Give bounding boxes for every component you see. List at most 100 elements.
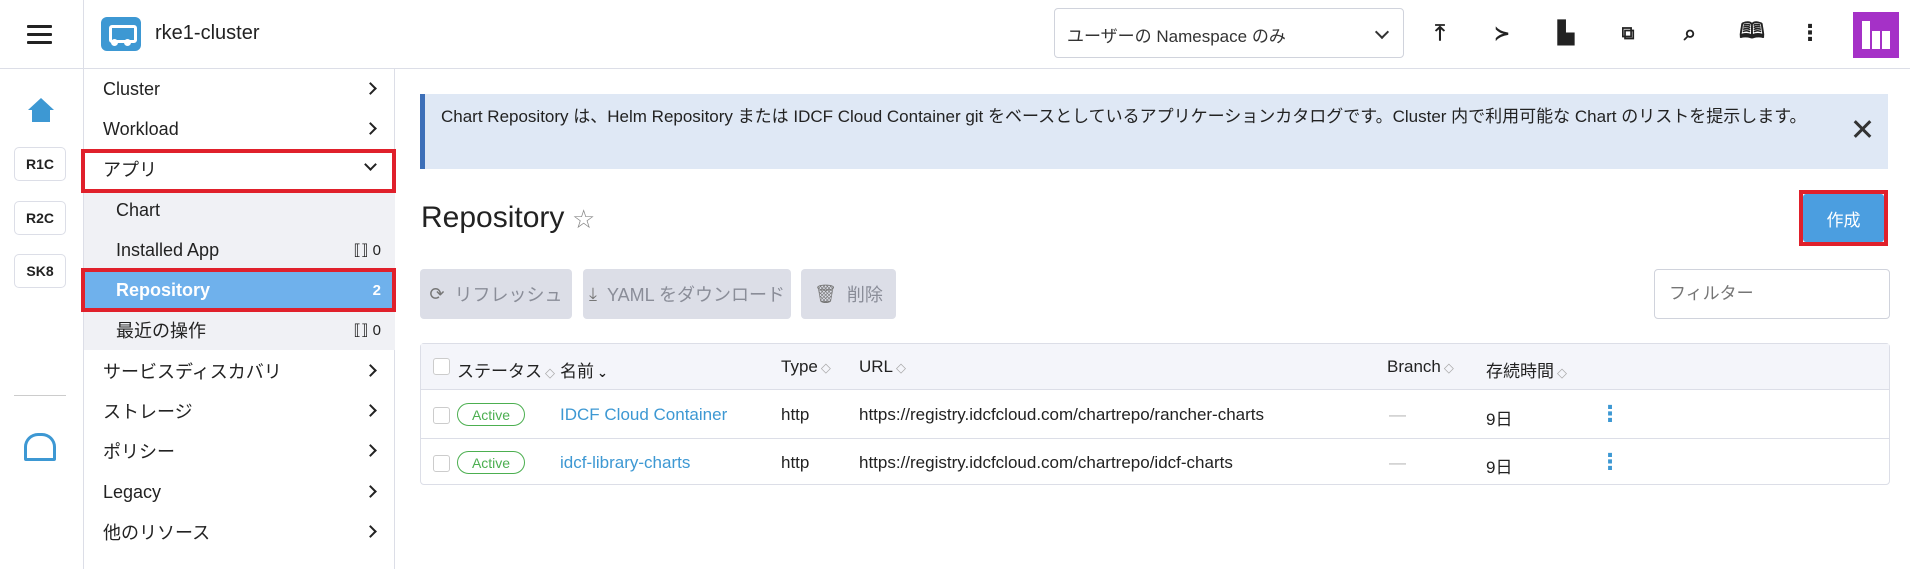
cluster-chip-r1c[interactable]: R1C bbox=[14, 147, 66, 181]
chevron-right-icon bbox=[364, 485, 377, 498]
info-banner: Chart Repository は、Helm Repository または I… bbox=[420, 94, 1888, 169]
repository-table: ステータス ◇ 名前 ⌄ Type ◇ URL ◇ Branch ◇ 存続時間 ◇ Acti… bbox=[420, 343, 1890, 485]
cluster-chip-r2c[interactable]: R2C bbox=[14, 201, 66, 235]
search-icon[interactable]: ⌕ bbox=[1676, 19, 1704, 47]
cluster-name: rke1-cluster bbox=[155, 22, 260, 44]
terminal-icon[interactable]: ≻ bbox=[1488, 19, 1516, 47]
repository-branch: — bbox=[1389, 453, 1406, 472]
more-vertical-icon[interactable]: ⋮ bbox=[1796, 19, 1824, 47]
count-badge: 2 bbox=[372, 281, 381, 299]
table-header: ステータス ◇ 名前 ⌄ Type ◇ URL ◇ Branch ◇ 存続時間 ◇ bbox=[421, 344, 1889, 390]
nav-item-apps[interactable]: アプリ bbox=[84, 149, 395, 189]
cluster-manager-icon[interactable] bbox=[24, 433, 56, 461]
column-header-url[interactable]: URL ◇ bbox=[859, 357, 906, 377]
repository-url: https://registry.idcfcloud.com/chartrepo… bbox=[859, 453, 1233, 472]
nav-item-legacy[interactable]: Legacy bbox=[84, 472, 395, 512]
chevron-right-icon bbox=[364, 404, 377, 417]
download-yaml-button[interactable]: ⤓ YAML をダウンロード bbox=[583, 269, 791, 319]
column-header-age[interactable]: 存続時間 ◇ bbox=[1486, 357, 1567, 382]
nav-sub-item-installed-app[interactable]: Installed App ⟦⟧ 0 bbox=[84, 230, 395, 270]
repository-branch: — bbox=[1389, 405, 1406, 424]
nav-sub-item-label: Chart bbox=[116, 199, 161, 220]
nav-sub-item-recent-operations[interactable]: 最近の操作 ⟦⟧ 0 bbox=[84, 310, 395, 350]
chevron-down-icon bbox=[1374, 24, 1390, 40]
repository-name-link[interactable]: IDCF Cloud Container bbox=[560, 405, 727, 425]
filter-input[interactable] bbox=[1654, 269, 1890, 319]
cluster-rail: R1C R2C SK8 bbox=[0, 69, 83, 569]
refresh-label: リフレッシュ bbox=[454, 285, 563, 305]
row-actions-icon[interactable]: ⋮ bbox=[1599, 401, 1621, 427]
home-icon[interactable] bbox=[26, 98, 56, 126]
sort-desc-icon: ⌄ bbox=[597, 365, 608, 380]
rail-divider bbox=[14, 395, 66, 396]
file-icon[interactable]: ▙ bbox=[1552, 19, 1580, 47]
nav-sub-item-repository[interactable]: Repository 2 bbox=[84, 270, 395, 310]
nav-item-policy[interactable]: ポリシー bbox=[84, 431, 395, 471]
nav-sub-item-chart[interactable]: Chart bbox=[84, 190, 395, 230]
page-title: Repository bbox=[421, 201, 565, 234]
nav-sub-item-label: 最近の操作 bbox=[116, 321, 206, 341]
sort-icon: ◇ bbox=[545, 365, 555, 380]
namespace-select-value: ユーザーの Namespace のみ bbox=[1067, 27, 1286, 46]
table-row[interactable]: Active IDCF Cloud Container http https:/… bbox=[421, 391, 1889, 439]
refresh-icon: ⟳ bbox=[429, 283, 445, 304]
download-label: YAML をダウンロード bbox=[606, 285, 785, 305]
upload-icon[interactable]: ⤒ bbox=[1426, 19, 1454, 47]
cluster-chip-sk8[interactable]: SK8 bbox=[14, 254, 66, 288]
repository-name-link[interactable]: idcf-library-charts bbox=[560, 453, 690, 473]
nav-item-label: アプリ bbox=[103, 160, 157, 180]
main-content: Chart Repository は、Helm Repository または I… bbox=[396, 69, 1910, 569]
top-bar: rke1-cluster ユーザーの Namespace のみ ⤒ ≻ ▙ ⧉ … bbox=[0, 0, 1910, 69]
sort-icon: ◇ bbox=[1557, 365, 1567, 380]
nav-item-storage[interactable]: ストレージ bbox=[84, 391, 395, 431]
row-checkbox[interactable] bbox=[433, 455, 450, 472]
delete-label: 削除 bbox=[846, 285, 883, 305]
repository-url: https://registry.idcfcloud.com/chartrepo… bbox=[859, 405, 1265, 424]
sort-icon: ◇ bbox=[1443, 360, 1454, 375]
status-badge: Active bbox=[457, 451, 525, 474]
create-button[interactable]: 作成 bbox=[1803, 194, 1884, 242]
nav-item-label: Workload bbox=[103, 118, 179, 139]
namespace-select[interactable]: ユーザーの Namespace のみ bbox=[1054, 8, 1404, 58]
sort-icon: ◇ bbox=[896, 360, 907, 375]
nav-item-label: ストレージ bbox=[103, 402, 193, 422]
select-all-checkbox[interactable] bbox=[433, 358, 450, 375]
nav-item-service-discovery[interactable]: サービスディスカバリ bbox=[84, 351, 395, 391]
count-badge: ⟦⟧ 0 bbox=[353, 322, 381, 339]
refresh-button[interactable]: ⟳ リフレッシュ bbox=[420, 269, 572, 319]
nav-item-label: サービスディスカバリ bbox=[103, 362, 282, 382]
count-badge: ⟦⟧ 0 bbox=[353, 242, 381, 259]
column-header-status[interactable]: ステータス ◇ bbox=[457, 357, 555, 382]
user-avatar[interactable] bbox=[1853, 12, 1899, 58]
sort-icon: ◇ bbox=[820, 360, 831, 375]
table-row[interactable]: Active idcf-library-charts http https://… bbox=[421, 439, 1889, 487]
nav-sub-item-label: Repository bbox=[116, 279, 211, 300]
chevron-right-icon bbox=[364, 122, 377, 135]
column-header-type[interactable]: Type ◇ bbox=[781, 357, 831, 377]
book-icon[interactable]: 🕮 bbox=[1738, 18, 1766, 47]
nav-item-label: ポリシー bbox=[103, 442, 175, 462]
cluster-logo-icon bbox=[101, 17, 141, 51]
delete-button[interactable]: 🗑 削除 bbox=[801, 269, 896, 319]
copy-config-icon[interactable]: ⧉ bbox=[1614, 19, 1642, 47]
column-header-branch[interactable]: Branch ◇ bbox=[1387, 357, 1454, 377]
status-badge: Active bbox=[457, 403, 525, 426]
download-icon: ⤓ bbox=[589, 283, 597, 304]
nav-item-cluster[interactable]: Cluster bbox=[84, 69, 395, 109]
trash-icon: 🗑 bbox=[814, 283, 837, 304]
repository-age: 9日 bbox=[1486, 458, 1513, 477]
chevron-down-icon bbox=[364, 158, 377, 171]
chevron-right-icon bbox=[364, 444, 377, 457]
close-icon[interactable] bbox=[1850, 116, 1874, 140]
nav-item-label: Cluster bbox=[103, 78, 161, 99]
row-checkbox[interactable] bbox=[433, 407, 450, 424]
nav-item-workload[interactable]: Workload bbox=[84, 109, 395, 149]
chevron-right-icon bbox=[364, 82, 377, 95]
nav-item-other-resources[interactable]: 他のリソース bbox=[84, 512, 395, 552]
star-icon[interactable]: ☆ bbox=[572, 204, 595, 235]
repository-age: 9日 bbox=[1486, 410, 1513, 429]
chevron-right-icon bbox=[364, 525, 377, 538]
column-header-name[interactable]: 名前 ⌄ bbox=[560, 357, 608, 382]
menu-icon[interactable] bbox=[20, 20, 60, 48]
row-actions-icon[interactable]: ⋮ bbox=[1599, 449, 1621, 475]
